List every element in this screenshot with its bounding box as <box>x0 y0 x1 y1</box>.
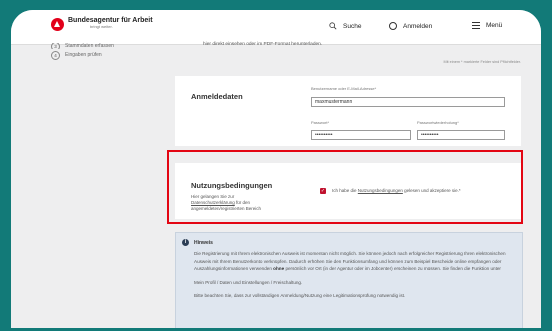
menu-label: Menü <box>486 22 503 29</box>
login-data-card: Anmeldedaten Benutzername oder E-Mail-Ad… <box>175 76 521 146</box>
notice-path: Mein Profil / Daten und Einstellungen / … <box>194 279 303 285</box>
info-icon: i <box>182 239 189 246</box>
logo-name: Bundesagentur für Arbeit <box>68 17 153 24</box>
search-button[interactable]: Suche <box>329 22 361 30</box>
password-confirm-label: Passwortwiederholung* <box>417 120 459 125</box>
intro-text: hier direkt einsehen oder im PDF-Format … <box>203 42 323 47</box>
search-label: Suche <box>343 22 362 30</box>
notice-title: Hinweis <box>194 240 213 246</box>
sidebar-item-eingaben-pruefen[interactable]: 4 Eingaben prüfen <box>51 49 114 61</box>
sidebar-item-label: Stammdaten erfassen <box>65 43 114 49</box>
notice-box: i Hinweis Die Registrierung mit Ihrem el… <box>175 232 523 328</box>
search-icon <box>329 22 337 30</box>
terms-highlight-box <box>167 150 523 224</box>
ba-logo-icon <box>51 18 64 31</box>
login-label: Anmelden <box>403 22 433 30</box>
password-confirm-input[interactable] <box>417 130 505 140</box>
step-number: 3 <box>51 43 60 49</box>
username-input[interactable] <box>311 97 505 107</box>
logo-tagline: bringt weiter. <box>90 24 113 29</box>
sidebar-item-label: Eingaben prüfen <box>65 52 102 58</box>
site-header: Bundesagentur für Arbeit bringt weiter. … <box>11 10 541 45</box>
hamburger-icon <box>472 22 480 29</box>
notice-para1-bold: ohne <box>273 266 285 272</box>
notice-para1-after: persönlich vor Ort (in der Agentur oder … <box>285 266 501 272</box>
menu-button[interactable]: Menü <box>472 22 502 29</box>
step-number: 4 <box>51 50 60 60</box>
user-icon <box>389 22 397 30</box>
notice-paragraph: Die Registrierung mit Ihrem elektronisch… <box>194 250 516 273</box>
registration-steps: 3 Stammdaten erfassen 4 Eingaben prüfen <box>51 43 114 61</box>
notice-paragraph-3: Bitte beachten Sie, dass zur vollständig… <box>194 293 406 299</box>
required-fields-note: Mit einem * markierte Felder sind Pflich… <box>443 60 521 64</box>
notice-text: Die Registrierung mit Ihrem elektronisch… <box>194 250 516 306</box>
password-input[interactable] <box>311 130 411 140</box>
browser-frame: Bundesagentur für Arbeit bringt weiter. … <box>11 10 541 328</box>
password-label: Passwort* <box>311 120 330 125</box>
username-label: Benutzername oder E-Mail-Adresse* <box>311 86 377 91</box>
login-section-title: Anmeldedaten <box>191 92 243 101</box>
ba-logo[interactable]: Bundesagentur für Arbeit bringt weiter. <box>51 17 153 31</box>
login-button[interactable]: Anmelden <box>389 22 432 30</box>
